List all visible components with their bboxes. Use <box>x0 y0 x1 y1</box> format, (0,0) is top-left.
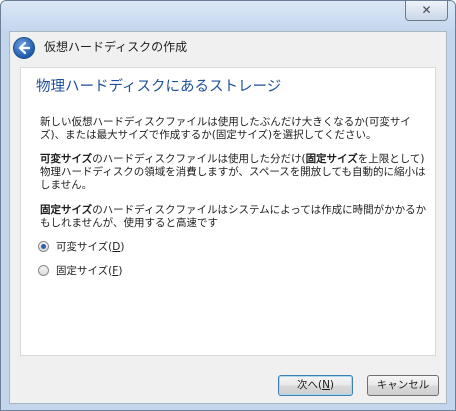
intro-text: 新しい仮想ハードディスクファイルは使用したぶんだけ大きくなるか(可変サイズ)、ま… <box>40 116 430 142</box>
next-button-mnemonic: N <box>322 379 330 391</box>
wizard-page: 物理ハードディスクにあるストレージ 新しい仮想ハードディスクファイルは使用したぶ… <box>20 67 436 356</box>
radio-fixed-size[interactable]: 固定サイズ(F) <box>38 262 122 278</box>
cancel-button[interactable]: キャンセル <box>367 375 439 396</box>
fixed-rest: のハードディスクファイルはシステムによっては作成に時間がかかるかもしれませんが、… <box>40 204 427 229</box>
dynamic-description: 可変サイズのハードディスクファイルは使用した分だけ(固定サイズを上限として)物理… <box>40 153 430 192</box>
close-button[interactable]: ✕ <box>405 1 448 21</box>
intro-text-content: 新しい仮想ハードディスクファイルは使用したぶんだけ大きくなるか(可変サイズ)、ま… <box>40 116 411 141</box>
dialog-client-area: 仮想ハードディスクの作成 物理ハードディスクにあるストレージ 新しい仮想ハードデ… <box>9 31 447 404</box>
page-title: 物理ハードディスクにあるストレージ <box>36 79 282 95</box>
next-button[interactable]: 次へ(N) <box>278 375 353 396</box>
back-arrow-icon <box>18 41 31 55</box>
wizard-title: 仮想ハードディスクの作成 <box>44 40 188 54</box>
dynamic-term: 可変サイズ <box>40 153 93 165</box>
fixed-term: 固定サイズ <box>40 204 93 216</box>
radio-selected-icon[interactable] <box>38 240 49 252</box>
radio-fixed-label: 固定サイズ(F) <box>56 264 123 277</box>
radio-dynamic-label: 可変サイズ(D) <box>56 240 125 253</box>
radio-unselected-icon[interactable] <box>38 264 49 276</box>
wizard-header: 仮想ハードディスクの作成 <box>10 32 446 63</box>
back-button[interactable] <box>13 37 35 59</box>
dynamic-mid: のハードディスクファイルは使用した分だけ( <box>92 153 306 165</box>
dynamic-term2: 固定サイズ <box>305 153 358 165</box>
next-button-suffix: ) <box>329 379 335 391</box>
dialog-window: ✕ 仮想ハードディスクの作成 物理ハードディスクにあるストレージ 新しい仮想ハー… <box>0 0 456 411</box>
close-icon: ✕ <box>421 3 432 17</box>
title-bar: ✕ <box>1 1 455 31</box>
fixed-description: 固定サイズのハードディスクファイルはシステムによっては作成に時間がかかるかもしれ… <box>40 204 430 230</box>
next-button-label: 次へ( <box>296 379 323 391</box>
radio-dynamic-size[interactable]: 可変サイズ(D) <box>38 238 124 254</box>
cancel-button-label: キャンセル <box>376 379 430 391</box>
